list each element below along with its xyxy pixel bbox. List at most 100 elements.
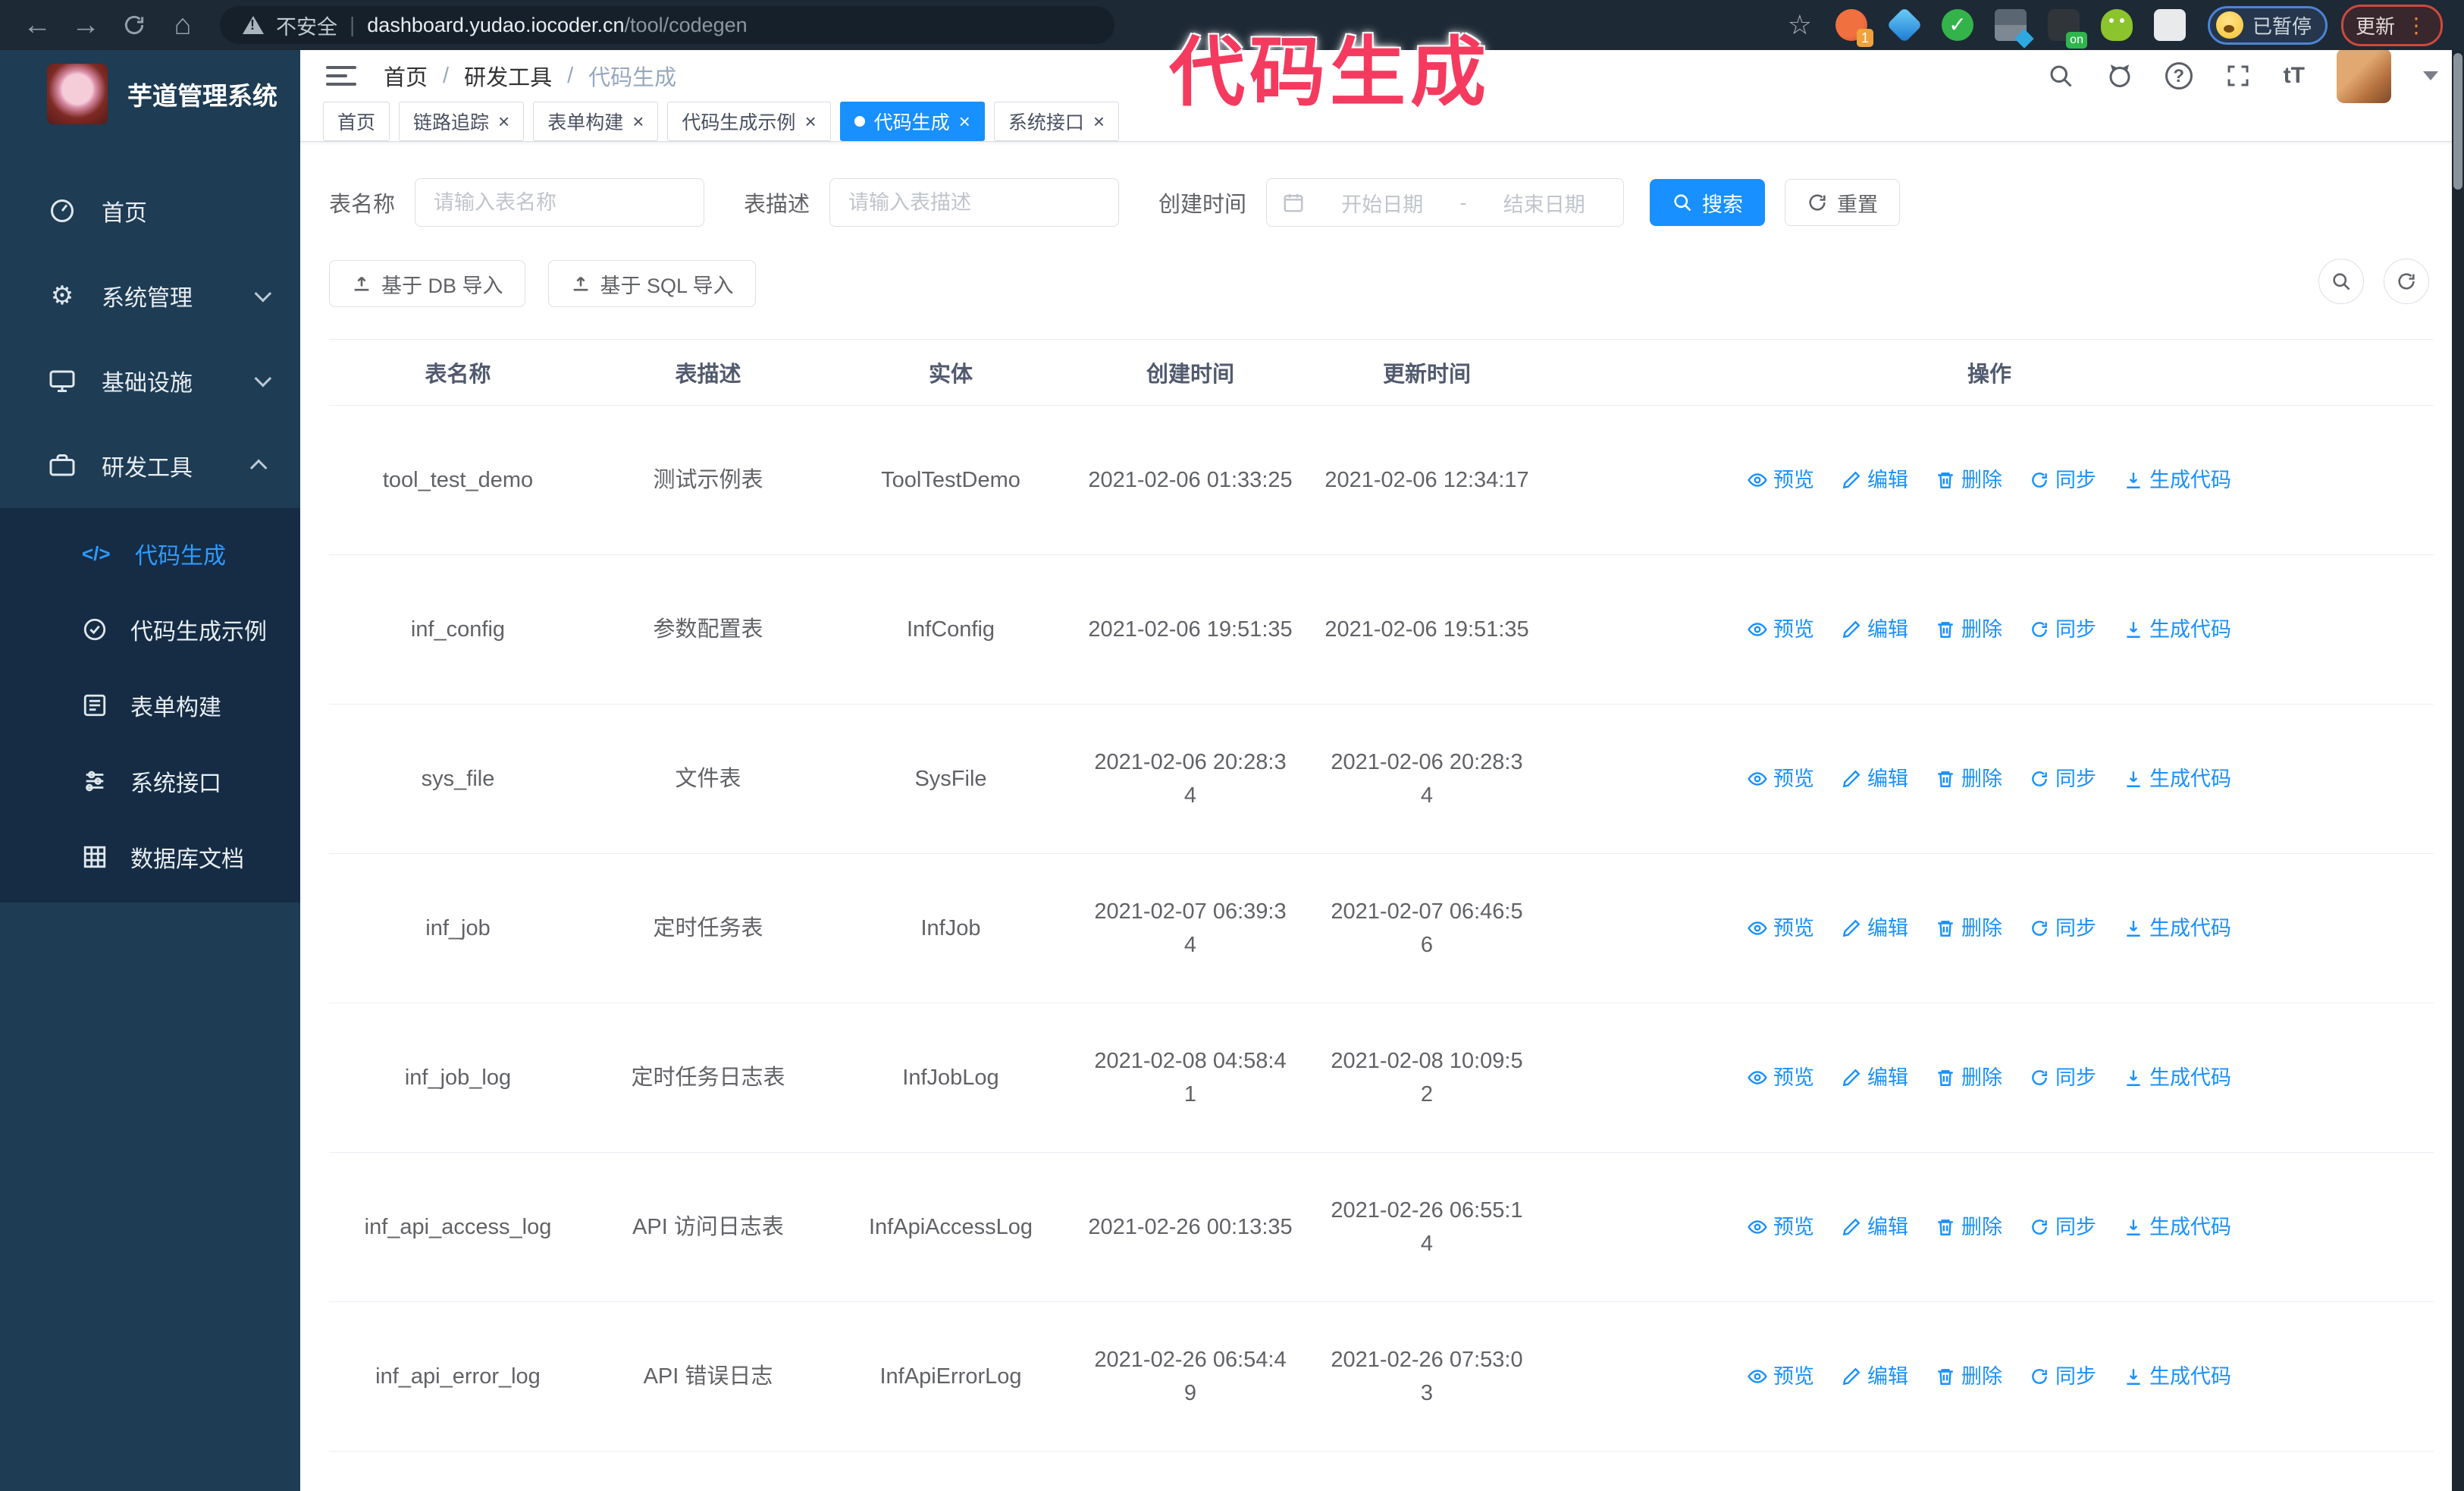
generate-code-button[interactable]: 生成代码 [2124,912,2231,945]
help-icon[interactable]: ? [2165,62,2193,89]
tab-codegen[interactable]: 代码生成 × [839,102,985,141]
extension-icon-1[interactable]: 1 [1835,9,1873,47]
cell-table-name: inf_job_log [329,1003,587,1153]
generate-code-button[interactable]: 生成代码 [2124,613,2231,646]
refresh-table-button[interactable] [2384,259,2429,304]
close-icon[interactable]: × [1093,111,1105,131]
extension-icon-3[interactable]: ✓ [1941,9,1973,41]
sync-button[interactable]: 同步 [2030,912,2096,945]
scrollbar-thumb[interactable] [2453,53,2462,190]
edit-button[interactable]: 编辑 [1842,1210,1908,1244]
sidebar-item-infra[interactable]: 基础设施 [0,338,300,423]
sidebar-item-system-api[interactable]: 系统接口 [0,743,300,819]
preview-button[interactable]: 预览 [1748,1210,1814,1244]
sidebar-item-form-builder[interactable]: 表单构建 [0,667,300,743]
close-icon[interactable]: × [804,111,816,131]
delete-button[interactable]: 删除 [1936,762,2002,796]
import-db-button[interactable]: 基于 DB 导入 [329,260,525,307]
window-scrollbar[interactable] [2452,50,2464,1491]
extension-icon-7[interactable] [2153,9,2186,41]
edit-button[interactable]: 编辑 [1842,1061,1908,1094]
delete-button[interactable]: 删除 [1936,463,2002,497]
breadcrumb-home[interactable]: 首页 [384,60,428,92]
delete-button[interactable]: 删除 [1936,1061,2002,1094]
home-icon[interactable]: ⌂ [161,6,205,44]
search-icon[interactable] [2047,62,2074,89]
tab-system-api[interactable]: 系统接口 × [993,102,1120,141]
extension-icon-2[interactable] [1886,7,1923,43]
generate-code-button[interactable]: 生成代码 [2124,762,2231,796]
sync-button[interactable]: 同步 [2030,1061,2096,1094]
table-name-input[interactable] [415,178,705,227]
sync-button[interactable]: 同步 [2030,1210,2096,1244]
sync-button[interactable]: 同步 [2030,613,2096,646]
forward-icon[interactable]: → [64,6,108,44]
delete-button[interactable]: 删除 [1936,912,2002,945]
preview-button[interactable]: 预览 [1748,463,1814,497]
extension-icon-4[interactable] [1994,9,2034,49]
sync-button[interactable]: 同步 [2030,762,2096,796]
text-size-icon[interactable]: tT [2284,63,2305,89]
eye-icon [1748,1370,1767,1383]
sidebar-item-codegen-example[interactable]: 代码生成示例 [0,592,300,667]
preview-button[interactable]: 预览 [1748,762,1814,796]
close-icon[interactable]: × [959,111,970,131]
breadcrumb-devtools[interactable]: 研发工具 [464,60,552,92]
close-icon[interactable]: × [632,111,644,131]
generate-code-button[interactable]: 生成代码 [2124,463,2231,497]
preview-button[interactable]: 预览 [1748,1061,1814,1094]
trash-icon [1938,771,1953,787]
tab-home[interactable]: 首页 [323,102,390,141]
edit-button[interactable]: 编辑 [1842,762,1908,796]
sync-button[interactable]: 同步 [2030,1360,2096,1393]
delete-button[interactable]: 删除 [1936,613,2002,646]
tab-codegen-example[interactable]: 代码生成示例 × [667,102,831,141]
avatar-caret-icon[interactable] [2423,71,2438,80]
github-icon[interactable] [2106,62,2133,89]
sync-button[interactable]: 同步 [2030,463,2096,497]
delete-button[interactable]: 删除 [1936,1360,2002,1393]
back-icon[interactable]: ← [15,6,59,44]
preview-button[interactable]: 预览 [1748,1360,1814,1393]
sidebar-item-db-doc[interactable]: 数据库文档 [0,819,300,895]
bookmark-star-icon[interactable]: ☆ [1788,9,1812,41]
profile-paused-badge[interactable]: 已暂停 [2207,5,2328,45]
avatar[interactable] [2337,49,2391,103]
table-desc-input[interactable] [829,178,1120,227]
sidebar-item-label: 研发工具 [102,456,193,481]
trash-icon [1938,1219,1953,1235]
preview-button[interactable]: 预览 [1748,613,1814,646]
fullscreen-icon[interactable] [2224,62,2252,89]
browser-menu-icon[interactable]: ⋮ [2406,13,2428,38]
toggle-search-button[interactable] [2318,259,2364,304]
tab-form-builder[interactable]: 表单构建 × [533,102,659,141]
sidebar-item-codegen[interactable]: </> 代码生成 [0,516,300,592]
preview-button[interactable]: 预览 [1748,912,1814,945]
edit-button[interactable]: 编辑 [1842,912,1908,945]
search-button[interactable]: 搜索 [1650,179,1766,226]
import-sql-button[interactable]: 基于 SQL 导入 [547,260,756,307]
edit-button[interactable]: 编辑 [1842,1360,1908,1393]
cell-updated: 2021-02-26 07:53:0 3 [1309,1301,1545,1452]
delete-button[interactable]: 删除 [1936,1210,2002,1244]
generate-code-button[interactable]: 生成代码 [2124,1360,2231,1393]
address-bar[interactable]: 不安全 | dashboard.yudao.iocoder.cn/tool/co… [220,6,1114,44]
extension-icon-6[interactable] [2100,9,2133,41]
download-icon [2127,1070,2140,1086]
sidebar-item-home[interactable]: 首页 [0,168,300,253]
app-logo[interactable]: 芋道管理系统 [0,50,300,138]
close-icon[interactable]: × [498,111,509,131]
reload-icon[interactable] [112,6,156,44]
edit-button[interactable]: 编辑 [1842,463,1908,497]
sidebar-item-system[interactable]: ⚙ 系统管理 [0,253,300,338]
generate-code-button[interactable]: 生成代码 [2124,1210,2231,1244]
hamburger-icon[interactable] [326,66,356,86]
reset-button[interactable]: 重置 [1785,179,1901,226]
sidebar-item-devtools[interactable]: 研发工具 [0,423,300,508]
edit-button[interactable]: 编辑 [1842,613,1908,646]
tab-tracing[interactable]: 链路追踪 × [399,102,525,141]
generate-code-button[interactable]: 生成代码 [2124,1061,2231,1094]
browser-update-button[interactable]: 更新 ⋮ [2340,4,2443,46]
date-range-picker[interactable]: 开始日期 - 结束日期 [1266,178,1625,227]
extension-icon-5[interactable]: on [2047,9,2087,49]
